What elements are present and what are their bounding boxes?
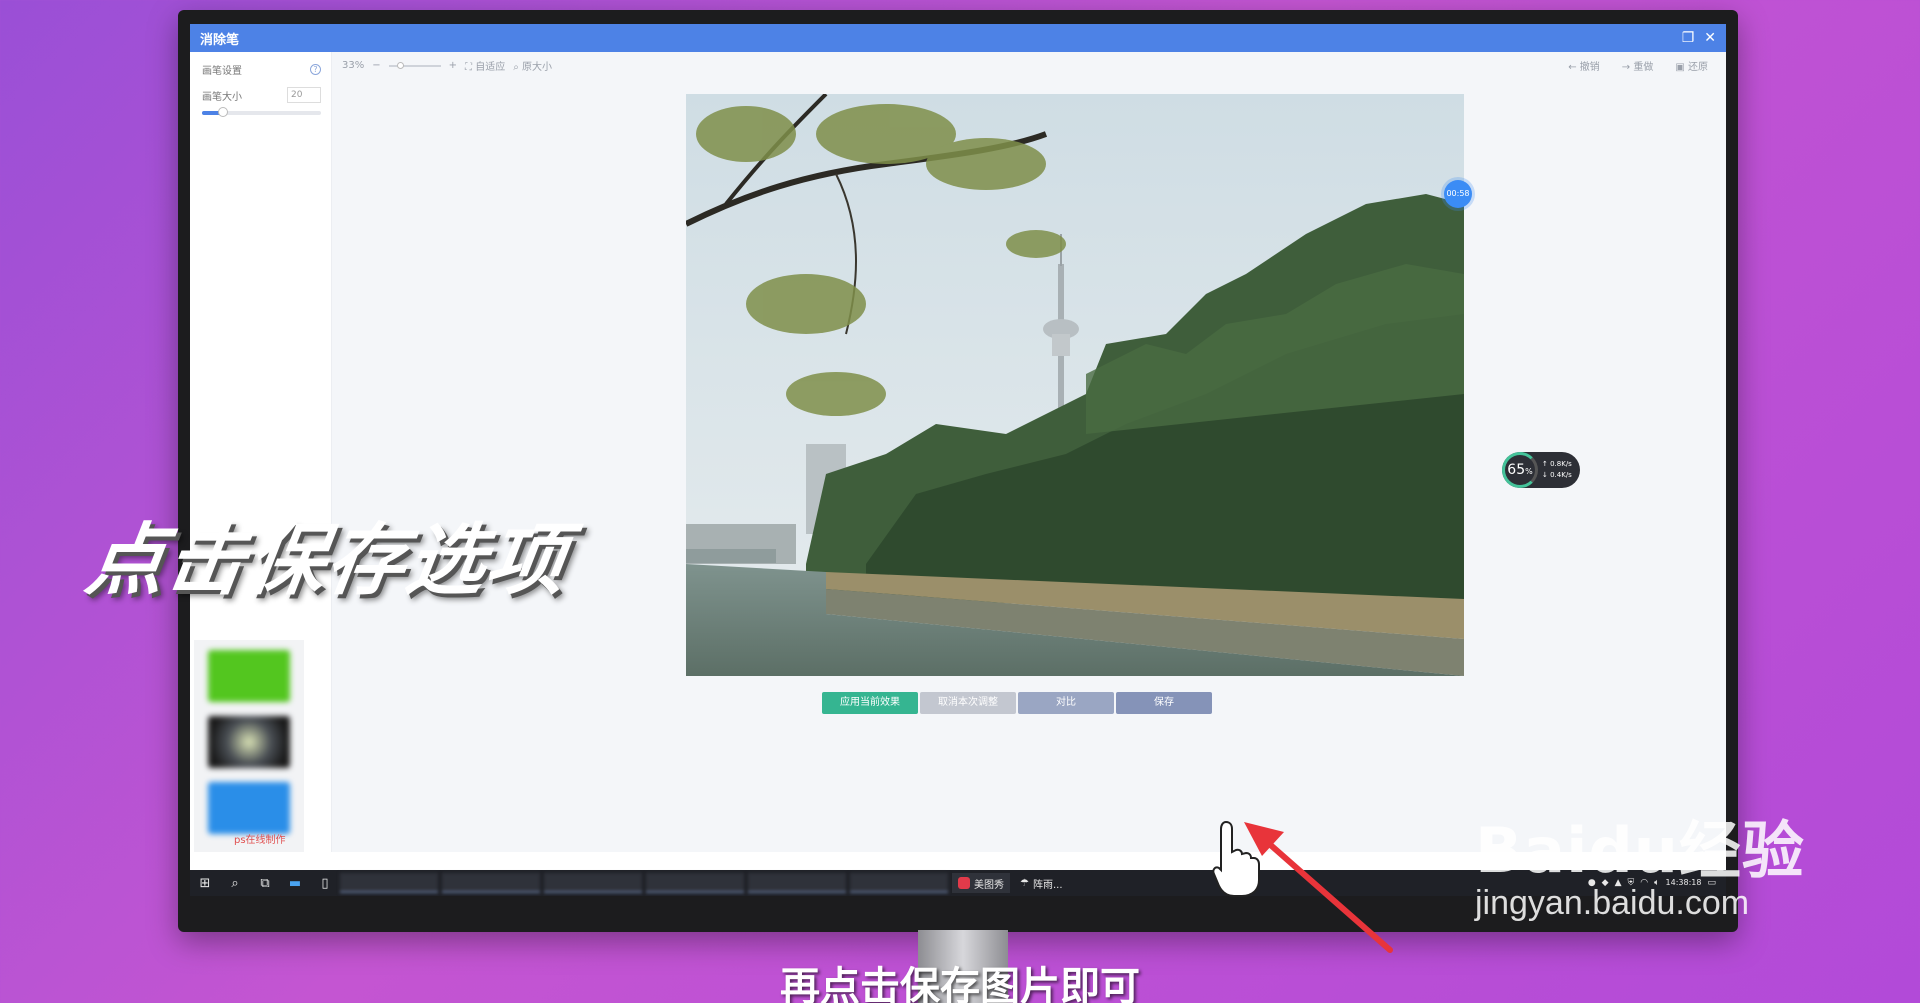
taskbar-app[interactable] bbox=[340, 873, 438, 893]
close-window-icon[interactable]: ✕ bbox=[1704, 30, 1716, 46]
red-arrow-icon bbox=[1244, 822, 1393, 953]
restore-window-icon[interactable]: ❐ bbox=[1682, 30, 1695, 46]
window-title: 消除笔 bbox=[200, 32, 240, 48]
taskbar-app[interactable] bbox=[748, 873, 846, 893]
search-icon[interactable]: ⌕ bbox=[220, 876, 250, 891]
canvas-area: 33% − + ⛶ 自适应 ⌕ 原大小 ← 撤销 → 重做 ▣ 还原 00:58… bbox=[332, 52, 1726, 852]
baidu-logo: Baidu经验 bbox=[1475, 814, 1805, 887]
taskbar-weather[interactable]: ☂ 阵雨... bbox=[1014, 873, 1069, 893]
zoom-percent: 33% bbox=[342, 60, 365, 71]
photo-river-scene bbox=[686, 94, 1464, 676]
cancel-adjustment-button[interactable]: 取消本次调整 bbox=[920, 692, 1016, 714]
meitu-app-icon bbox=[958, 877, 970, 889]
document-icon[interactable]: ▯ bbox=[310, 876, 340, 891]
recording-timer-badge[interactable]: 00:58 bbox=[1444, 180, 1472, 208]
taskbar-app[interactable] bbox=[646, 873, 744, 893]
screen: 消除笔 ❐ ✕ 画笔设置 ? 画笔大小 20 ps在线制作 33% − + ⛶ … bbox=[190, 24, 1726, 896]
brush-size-slider-handle[interactable] bbox=[218, 107, 228, 117]
help-icon[interactable]: ? bbox=[310, 64, 321, 75]
network-usage-ring: 65% bbox=[1502, 452, 1538, 488]
redo-button[interactable]: → 重做 bbox=[1622, 58, 1654, 73]
brush-size-slider[interactable] bbox=[202, 107, 321, 117]
network-speed-widget[interactable]: 65% ↑ 0.8K/s ↓ 0.4K/s bbox=[1502, 452, 1580, 488]
thumbnail-dark[interactable] bbox=[208, 716, 290, 768]
taskbar-app-meitu[interactable]: 美图秀 bbox=[952, 873, 1010, 893]
apply-effect-button[interactable]: 应用当前效果 bbox=[822, 692, 918, 714]
thumbnail-blue[interactable] bbox=[208, 782, 290, 834]
taskbar-app[interactable] bbox=[850, 873, 948, 893]
umbrella-icon: ☂ bbox=[1020, 877, 1029, 889]
brush-settings-panel: 画笔设置 ? 画笔大小 20 ps在线制作 bbox=[190, 52, 332, 852]
compare-button[interactable]: 对比 bbox=[1018, 692, 1114, 714]
edited-photo[interactable] bbox=[686, 94, 1464, 676]
upload-rate: ↑ 0.8K/s bbox=[1542, 460, 1572, 468]
folder-icon[interactable]: ▬ bbox=[280, 876, 310, 891]
thumbnail-list: ps在线制作 bbox=[194, 640, 304, 852]
zoom-toolbar: 33% − + ⛶ 自适应 ⌕ 原大小 bbox=[342, 58, 552, 73]
task-view-icon[interactable]: ⧉ bbox=[250, 876, 280, 891]
brush-size-input[interactable]: 20 bbox=[287, 87, 321, 103]
save-button[interactable]: 保存 bbox=[1116, 692, 1212, 714]
windows-start-icon[interactable]: ⊞ bbox=[190, 876, 220, 891]
action-bar: 应用当前效果 取消本次调整 对比 保存 bbox=[332, 692, 1726, 716]
original-size-button[interactable]: ⌕ 原大小 bbox=[513, 58, 552, 73]
brush-settings-title: 画笔设置 bbox=[202, 66, 242, 77]
thumbnail-green[interactable] bbox=[208, 650, 290, 702]
baidu-watermark: Baidu经验 jingyan.baidu.com bbox=[1475, 800, 1805, 923]
undo-button[interactable]: ← 撤销 bbox=[1568, 58, 1600, 73]
fit-screen-button[interactable]: ⛶ 自适应 bbox=[465, 58, 505, 73]
restore-button[interactable]: ▣ 还原 bbox=[1675, 58, 1708, 73]
history-toolbar: ← 撤销 → 重做 ▣ 还原 bbox=[1568, 58, 1708, 73]
taskbar-app[interactable] bbox=[442, 873, 540, 893]
video-subtitle: 再点击保存图片即可 bbox=[780, 964, 1140, 1003]
taskbar-app[interactable] bbox=[544, 873, 642, 893]
brush-size-label: 画笔大小 bbox=[202, 91, 242, 103]
step-caption: 点击保存选项 bbox=[80, 516, 574, 606]
zoom-in-icon[interactable]: + bbox=[449, 60, 457, 71]
thumbnail-caption: ps在线制作 bbox=[234, 835, 286, 846]
monitor-frame: 消除笔 ❐ ✕ 画笔设置 ? 画笔大小 20 ps在线制作 33% − + ⛶ … bbox=[178, 10, 1738, 932]
window-titlebar: 消除笔 ❐ ✕ bbox=[190, 24, 1726, 52]
zoom-out-icon[interactable]: − bbox=[372, 60, 380, 71]
zoom-slider[interactable] bbox=[388, 61, 441, 69]
download-rate: ↓ 0.4K/s bbox=[1542, 471, 1572, 479]
